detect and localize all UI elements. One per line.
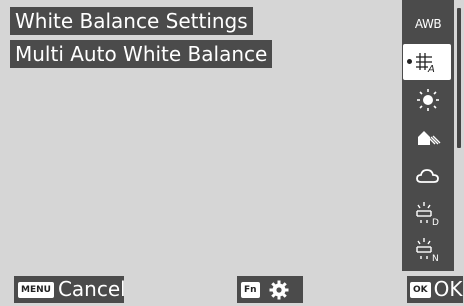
selected-mode-name: Multi Auto White Balance (10, 40, 273, 68)
wb-option-multi-auto[interactable]: A (403, 44, 451, 80)
ok-label: OK (433, 277, 463, 301)
wb-option-shade[interactable] (402, 120, 454, 156)
shade-house-icon (418, 131, 441, 145)
cancel-label: Cancel (57, 277, 126, 301)
fluorescent-n-icon: N (416, 238, 439, 263)
wb-option-daylight[interactable] (402, 82, 454, 118)
wb-option-cloudy[interactable] (402, 158, 454, 194)
fn-key-icon: Fn (241, 281, 260, 298)
svg-text:A: A (427, 64, 435, 73)
fn-settings-button[interactable]: Fn (237, 276, 303, 303)
wb-option-fluorescent-n[interactable]: N (402, 232, 454, 268)
ok-button[interactable]: OK OK (407, 276, 463, 303)
page-title: White Balance Settings (10, 7, 253, 35)
wb-option-awb[interactable]: AWB (402, 6, 454, 42)
scrollbar-thumb[interactable] (457, 8, 461, 148)
multi-auto-wb-icon: A (416, 53, 435, 73)
awb-text-icon: AWB (414, 17, 442, 31)
sun-icon (417, 89, 439, 111)
wb-option-fluorescent-d[interactable]: D (402, 196, 454, 232)
menu-key-icon: MENU (18, 281, 54, 298)
gear-icon (269, 280, 289, 299)
cloud-icon (416, 169, 439, 183)
camera-screen: White Balance Settings Multi Auto White … (0, 0, 464, 306)
svg-text:N: N (432, 254, 439, 263)
fluorescent-d-icon: D (416, 202, 439, 227)
selection-dot-icon (407, 59, 412, 64)
cancel-button[interactable]: MENU Cancel (14, 276, 126, 303)
svg-text:D: D (432, 218, 439, 227)
ok-key-icon: OK (410, 281, 431, 298)
